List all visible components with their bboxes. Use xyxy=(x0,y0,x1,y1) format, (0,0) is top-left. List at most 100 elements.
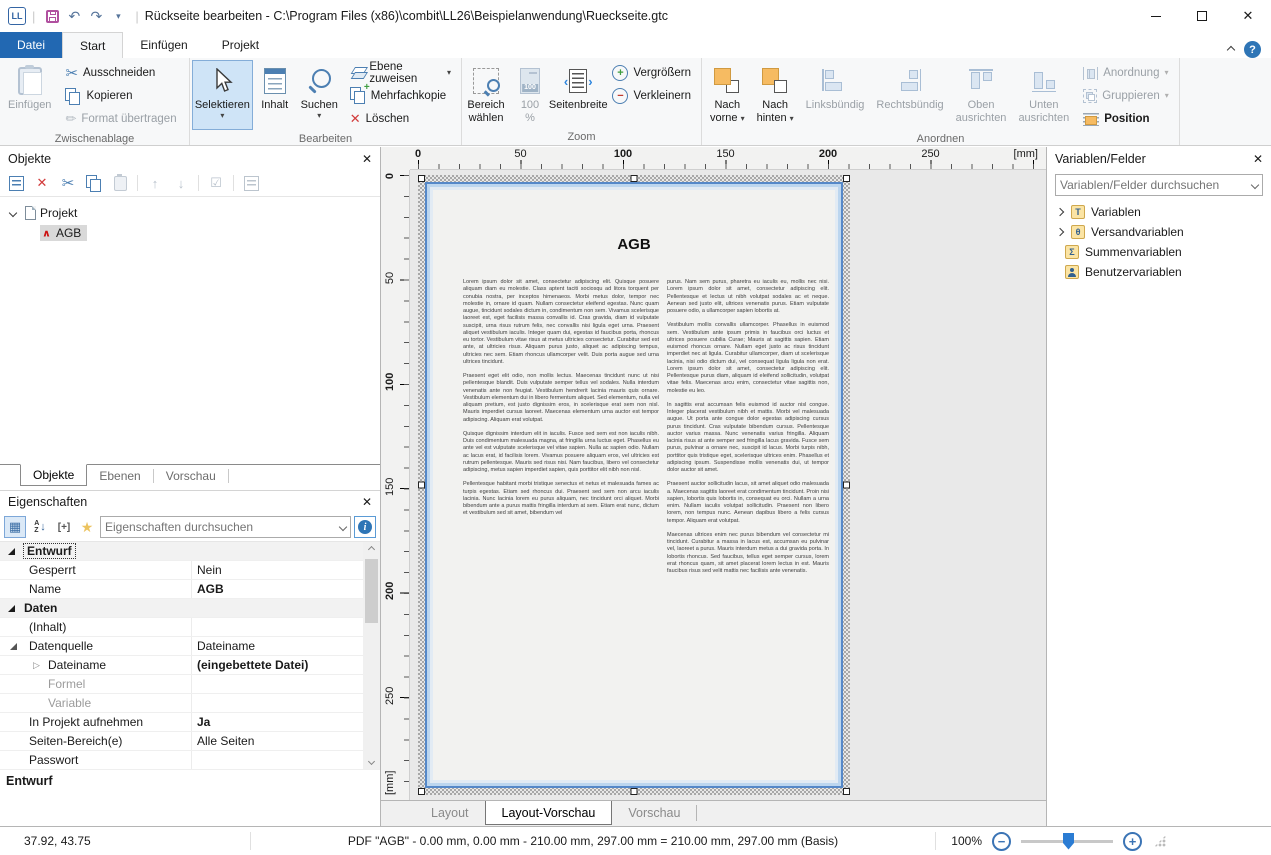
object-copy-button[interactable] xyxy=(83,172,105,194)
scroll-down-icon[interactable] xyxy=(363,754,380,769)
property-row[interactable]: DatenquelleDateiname xyxy=(0,637,380,656)
property-row[interactable]: NameAGB xyxy=(0,580,380,599)
sort-az-button[interactable]: AZ↓ xyxy=(29,516,51,538)
pdf-object-selection[interactable]: AGB Lorem ipsum dolor sit amet, consecte… xyxy=(418,175,850,795)
info-button[interactable]: i xyxy=(354,516,376,538)
tree-item-variablen[interactable]: T Variablen xyxy=(1055,202,1271,222)
property-row[interactable]: GesperrtNein xyxy=(0,561,380,580)
tab-einfuegen[interactable]: Einfügen xyxy=(123,32,204,58)
chevron-right-icon[interactable] xyxy=(1056,228,1064,236)
property-row[interactable]: (Inhalt) xyxy=(0,618,380,637)
variables-search-input[interactable] xyxy=(1060,178,1252,192)
property-category[interactable]: Entwurf xyxy=(0,542,380,561)
search-button[interactable]: Suchen ▾ xyxy=(297,60,342,130)
move-down-button[interactable]: ↓ xyxy=(170,172,192,194)
property-row[interactable]: ▷Dateiname(eingebettete Datei) xyxy=(0,656,380,675)
select-button[interactable]: Selektieren ▾ xyxy=(192,60,253,130)
tree-item-summenvariablen[interactable]: Σ Summenvariablen xyxy=(1055,242,1271,262)
object-properties-button[interactable] xyxy=(5,172,27,194)
tab-objekte[interactable]: Objekte xyxy=(20,464,87,486)
property-row[interactable]: Variable xyxy=(0,694,380,713)
arrangement-button[interactable]: Anordnung▾ xyxy=(1079,63,1173,83)
save-button[interactable] xyxy=(41,5,63,27)
zoom-in-button[interactable]: +Vergrößern xyxy=(608,63,695,83)
selection-handle[interactable] xyxy=(843,482,850,489)
resize-grip[interactable] xyxy=(1154,835,1166,847)
combo-dropdown-icon[interactable] xyxy=(339,523,347,531)
assign-layer-button[interactable]: Ebene zuweisen▾ xyxy=(346,63,455,83)
combo-dropdown-icon[interactable] xyxy=(1251,181,1259,189)
maximize-button[interactable] xyxy=(1179,0,1225,32)
close-button[interactable]: ✕ xyxy=(1225,0,1271,32)
tree-item-projekt[interactable]: Projekt xyxy=(0,203,380,223)
tab-layout[interactable]: Layout xyxy=(415,801,485,825)
tab-ebenen[interactable]: Ebenen xyxy=(87,465,152,487)
properties-search-input[interactable] xyxy=(105,520,340,534)
tab-projekt[interactable]: Projekt xyxy=(205,32,276,58)
group-button[interactable]: Gruppieren▾ xyxy=(1079,86,1173,106)
zoom-out-button[interactable]: −Verkleinern xyxy=(608,86,695,106)
object-paste-button[interactable] xyxy=(109,172,131,194)
selection-handle[interactable] xyxy=(418,482,425,489)
zoom-region-button[interactable]: Bereichwählen xyxy=(464,60,508,130)
property-row[interactable]: Passwort xyxy=(0,751,380,770)
variables-search-combo[interactable] xyxy=(1055,174,1263,196)
object-delete-button[interactable]: ✕ xyxy=(31,172,53,194)
selection-handle[interactable] xyxy=(631,788,638,795)
align-right-button[interactable]: Rechtsbündig xyxy=(870,60,949,130)
checklist-button[interactable]: ☑ xyxy=(205,172,227,194)
pdf-object-agb[interactable]: AGB Lorem ipsum dolor sit amet, consecte… xyxy=(425,182,843,788)
chevron-right-icon[interactable] xyxy=(1056,208,1064,216)
app-icon[interactable]: LL xyxy=(8,7,26,25)
qat-customize-button[interactable]: ▾ xyxy=(107,5,129,27)
property-row[interactable]: Formel xyxy=(0,675,380,694)
send-to-back-button[interactable]: Nachhinten ▾ xyxy=(751,60,800,130)
minimize-button[interactable] xyxy=(1133,0,1179,32)
selected-tree-item[interactable]: ∧ AGB xyxy=(40,225,87,241)
bring-to-front-button[interactable]: Nachvorne ▾ xyxy=(704,60,751,130)
properties-close-icon[interactable]: ✕ xyxy=(362,495,372,509)
selection-handle[interactable] xyxy=(631,175,638,182)
selection-handle[interactable] xyxy=(843,175,850,182)
zoom-100-button[interactable]: 100 100% xyxy=(508,60,552,130)
chevron-down-icon[interactable] xyxy=(9,209,17,217)
selection-handle[interactable] xyxy=(843,788,850,795)
selection-handle[interactable] xyxy=(418,788,425,795)
redo-button[interactable]: ↷ xyxy=(85,5,107,27)
property-category[interactable]: Daten xyxy=(0,599,380,618)
page-width-button[interactable]: ‹› Seitenbreite xyxy=(552,60,604,130)
selection-handle[interactable] xyxy=(418,175,425,182)
align-left-button[interactable]: Linksbündig xyxy=(800,60,871,130)
tab-vorschau-view[interactable]: Vorschau xyxy=(612,801,696,825)
objects-close-icon[interactable]: ✕ xyxy=(362,152,372,166)
delete-button[interactable]: ✕Löschen xyxy=(346,109,455,129)
undo-button[interactable]: ↶ xyxy=(63,5,85,27)
help-button[interactable]: ? xyxy=(1244,41,1261,58)
move-up-button[interactable]: ↑ xyxy=(144,172,166,194)
tab-layout-vorschau[interactable]: Layout-Vorschau xyxy=(485,801,613,825)
tab-datei[interactable]: Datei xyxy=(0,32,62,58)
copy-button[interactable]: Kopieren xyxy=(61,86,180,106)
favorites-star-icon[interactable]: ★ xyxy=(77,519,97,536)
collapse-ribbon-icon[interactable] xyxy=(1227,45,1235,53)
design-canvas[interactable]: AGB Lorem ipsum dolor sit amet, consecte… xyxy=(410,170,1046,800)
zoom-slider[interactable] xyxy=(1021,840,1113,843)
content-button[interactable]: Inhalt xyxy=(253,60,297,130)
categorized-view-button[interactable]: ▦ xyxy=(4,516,26,538)
tree-item-agb[interactable]: ∧ AGB xyxy=(0,223,380,243)
align-bottom-button[interactable]: Untenausrichten xyxy=(1012,60,1075,130)
variables-close-icon[interactable]: ✕ xyxy=(1253,152,1263,166)
zoom-slider-thumb[interactable] xyxy=(1063,833,1074,850)
tree-item-benutzervariablen[interactable]: Benutzervariablen xyxy=(1055,262,1271,282)
cut-button[interactable]: ✂Ausschneiden xyxy=(61,63,180,83)
zoom-in-button[interactable]: + xyxy=(1123,832,1142,851)
multicopy-button[interactable]: +Mehrfachkopie xyxy=(346,86,455,106)
tree-item-versandvariablen[interactable]: θ Versandvariablen xyxy=(1055,222,1271,242)
position-button[interactable]: Position xyxy=(1079,109,1173,129)
list-view-button[interactable] xyxy=(240,172,262,194)
properties-scrollbar[interactable] xyxy=(363,542,380,769)
scrollbar-thumb[interactable] xyxy=(365,559,378,623)
expand-all-button[interactable]: [+] xyxy=(54,522,74,533)
properties-search-combo[interactable] xyxy=(100,516,351,538)
paste-button[interactable]: Einfügen xyxy=(2,60,57,130)
